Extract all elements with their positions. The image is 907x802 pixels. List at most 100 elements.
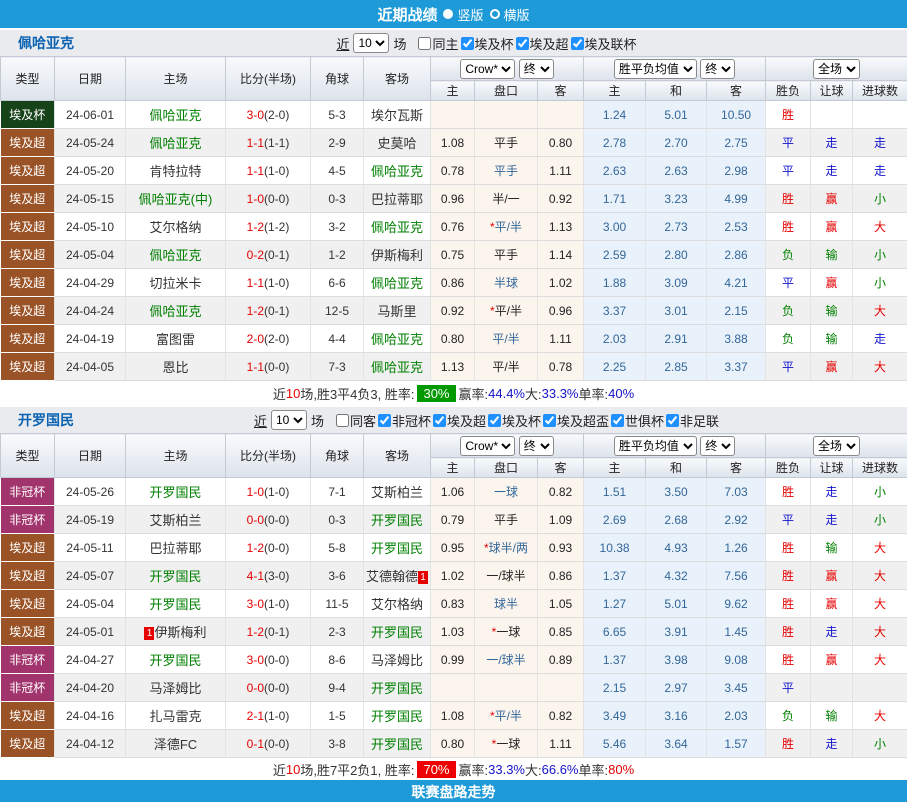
same-venue-checkbox[interactable]: 同主 <box>408 34 458 53</box>
filter-checkbox[interactable] <box>571 37 584 50</box>
team-link[interactable]: 佩哈亚克 <box>149 136 201 151</box>
team-link[interactable]: 泽德FC <box>154 737 197 752</box>
odds-final-select[interactable]: 终 <box>519 436 554 456</box>
odds-final-select[interactable]: 终 <box>519 59 554 79</box>
filter-埃及超[interactable]: 埃及超 <box>516 34 569 53</box>
team-link[interactable]: 佩哈亚克 <box>371 360 423 375</box>
filter-checkbox[interactable] <box>516 37 529 50</box>
team-link[interactable]: 艾斯柏兰 <box>371 485 423 500</box>
team-link[interactable]: 巴拉蒂耶 <box>371 192 423 207</box>
team-link[interactable]: 艾尔格纳 <box>371 597 423 612</box>
team-link[interactable]: 开罗国民 <box>371 625 423 640</box>
team-link[interactable]: 切拉米卡 <box>149 276 201 291</box>
team-link[interactable]: 肯特拉特 <box>149 164 201 179</box>
team-name[interactable]: 开罗国民 <box>18 410 74 430</box>
team-link[interactable]: 开罗国民 <box>371 681 423 696</box>
avg-home-odds: 1.37 <box>584 562 646 590</box>
team-link[interactable]: 开罗国民 <box>149 485 201 500</box>
avg-odds-select[interactable]: 胜平负均值 <box>614 59 697 79</box>
avg-away-odds: 2.53 <box>707 213 766 241</box>
filter-埃及杯[interactable]: 埃及杯 <box>488 411 541 430</box>
same-venue-box[interactable] <box>418 37 431 50</box>
team-link[interactable]: 佩哈亚克 <box>149 108 201 123</box>
match-count-select[interactable]: 10 <box>271 410 307 430</box>
team-link[interactable]: 马泽姆比 <box>149 681 201 696</box>
team-link[interactable]: 马泽姆比 <box>371 653 423 668</box>
filter-checkbox[interactable] <box>433 414 446 427</box>
team-link[interactable]: 艾德翰德 <box>366 569 418 584</box>
team-link[interactable]: 艾斯柏兰 <box>149 513 201 528</box>
team-link[interactable]: 恩比 <box>162 360 188 375</box>
team-link[interactable]: 富图雷 <box>156 332 195 347</box>
filter-埃及超盃[interactable]: 埃及超盃 <box>543 411 609 430</box>
odds-source-select[interactable]: Crow* <box>460 436 515 456</box>
home-team: 佩哈亚克 <box>126 241 226 269</box>
match-count-select[interactable]: 10 <box>353 33 389 53</box>
filter-埃及联杯[interactable]: 埃及联杯 <box>571 34 637 53</box>
team-link[interactable]: 史莫哈 <box>377 136 416 151</box>
team-link[interactable]: 马斯里 <box>377 304 416 319</box>
match-date: 24-04-20 <box>55 674 126 702</box>
filter-埃及杯[interactable]: 埃及杯 <box>461 34 514 53</box>
team-link[interactable]: 开罗国民 <box>371 513 423 528</box>
home-team: 马泽姆比 <box>126 674 226 702</box>
team-link[interactable]: 佩哈亚克 <box>149 304 201 319</box>
layout-radio-horizontal[interactable]: 横版 <box>490 5 530 24</box>
filter-checkbox[interactable] <box>611 414 624 427</box>
filter-checkbox[interactable] <box>461 37 474 50</box>
fulltime-select[interactable]: 全场 <box>813 59 860 79</box>
filter-非足联[interactable]: 非足联 <box>666 411 719 430</box>
team-link[interactable]: 开罗国民 <box>371 737 423 752</box>
team-link[interactable]: 埃尔瓦斯 <box>371 108 423 123</box>
team-link[interactable]: 开罗国民 <box>371 709 423 724</box>
team-link[interactable]: 佩哈亚克 <box>371 332 423 347</box>
col-avg-away: 客 <box>707 81 766 101</box>
halftime-score: (1-0) <box>264 164 289 178</box>
avg-away-odds: 3.37 <box>707 353 766 381</box>
filter-checkbox[interactable] <box>488 414 501 427</box>
crow-home-odds: 0.79 <box>431 506 475 534</box>
radio-selected-icon[interactable] <box>443 9 453 19</box>
team-link[interactable]: 开罗国民 <box>149 597 201 612</box>
team-link[interactable]: 伊斯梅利 <box>154 625 206 640</box>
team-name[interactable]: 佩哈亚克 <box>18 33 74 53</box>
away-team: 巴拉蒂耶 <box>364 185 431 213</box>
team-link[interactable]: 佩哈亚克(中) <box>139 192 213 207</box>
same-venue-checkbox[interactable]: 同客 <box>326 411 376 430</box>
avg-away-odds: 4.21 <box>707 269 766 297</box>
team-link[interactable]: 佩哈亚克 <box>371 220 423 235</box>
team-link[interactable]: 开罗国民 <box>371 541 423 556</box>
avg-final-select[interactable]: 终 <box>700 59 735 79</box>
team-link[interactable]: 艾尔格纳 <box>149 220 201 235</box>
layout-radio-vertical[interactable]: 竖版 <box>443 5 483 24</box>
team-link[interactable]: 扎马雷克 <box>149 709 201 724</box>
team-link[interactable]: 伊斯梅利 <box>371 248 423 263</box>
avg-away-odds: 3.45 <box>707 674 766 702</box>
result-wdl: 负 <box>766 297 811 325</box>
filter-世俱杯[interactable]: 世俱杯 <box>611 411 664 430</box>
corner-count: 12-5 <box>311 297 364 325</box>
fulltime-select[interactable]: 全场 <box>813 436 860 456</box>
result-goals: 小 <box>853 185 907 213</box>
team-link[interactable]: 巴拉蒂耶 <box>149 541 201 556</box>
filter-非冠杯[interactable]: 非冠杯 <box>378 411 431 430</box>
odds-source-select[interactable]: Crow* <box>460 59 515 79</box>
filter-checkbox[interactable] <box>666 414 679 427</box>
team-link[interactable]: 佩哈亚克 <box>149 248 201 263</box>
filter-埃及超[interactable]: 埃及超 <box>433 411 486 430</box>
team2-summary: 近10场,胜7平2负1, 胜率:70%赢率:33.3% 大:66.6% 单率:8… <box>0 758 907 780</box>
radio-unselected-icon[interactable] <box>490 9 500 19</box>
team-link[interactable]: 开罗国民 <box>149 653 201 668</box>
score: 4-1(3-0) <box>226 562 311 590</box>
result-goals: 大 <box>853 702 907 730</box>
filter-checkbox[interactable] <box>543 414 556 427</box>
avg-final-select[interactable]: 终 <box>700 436 735 456</box>
same-venue-box[interactable] <box>336 414 349 427</box>
league-trend-title[interactable]: 联赛盘路走势 <box>412 782 496 802</box>
team-link[interactable]: 佩哈亚克 <box>371 276 423 291</box>
filter-checkbox[interactable] <box>378 414 391 427</box>
team-link[interactable]: 开罗国民 <box>149 569 201 584</box>
team-link[interactable]: 佩哈亚克 <box>371 164 423 179</box>
avg-home-odds: 3.49 <box>584 702 646 730</box>
avg-odds-select[interactable]: 胜平负均值 <box>614 436 697 456</box>
